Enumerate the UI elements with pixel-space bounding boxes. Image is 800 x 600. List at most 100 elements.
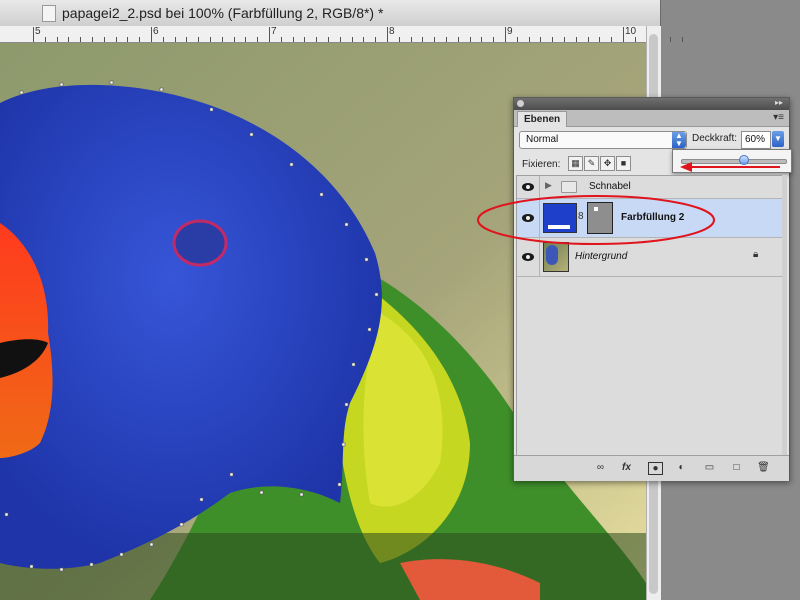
ruler-tick (528, 37, 530, 42)
ruler-tick (139, 37, 141, 42)
ruler-tick (92, 37, 93, 42)
lock-label: Fixieren: (522, 159, 561, 170)
background-thumbnail[interactable] (543, 242, 569, 272)
layer-name: Farbfüllung 2 (621, 212, 685, 223)
ruler-tick (575, 37, 577, 42)
collapse-icon[interactable]: ▸▸ (775, 98, 783, 107)
ruler-number: 9 (507, 26, 513, 37)
ruler-tick (174, 37, 176, 42)
expand-triangle-icon[interactable]: ▶ (545, 180, 552, 191)
document-titlebar[interactable]: papagei2_2.psd bei 100% (Farbfüllung 2, … (0, 0, 660, 27)
ruler-number: 7 (271, 26, 277, 37)
ruler-tick (469, 37, 471, 42)
add-mask-icon[interactable]: ● (648, 462, 663, 475)
opacity-slider-popup (672, 149, 792, 173)
panel-menu-icon[interactable]: ▾≡ (773, 112, 784, 123)
blend-mode-select[interactable]: Normal ▲ ▼ (519, 131, 687, 149)
ruler-tick (44, 37, 46, 42)
ruler-tick (151, 27, 152, 42)
close-icon[interactable] (517, 100, 524, 107)
ruler-number: 8 (389, 26, 395, 37)
ruler-tick (221, 37, 223, 42)
panel-bottom-toolbar: ∞ fx ● ◐ ▭ □ 🗑︎ (514, 455, 789, 481)
ruler-tick (68, 37, 70, 42)
opacity-value: 60% (745, 134, 766, 145)
ruler-number: 6 (153, 26, 159, 37)
horizontal-ruler[interactable]: 5 6 7 8 9 10 (0, 26, 683, 43)
tab-ebenen[interactable]: Ebenen (517, 111, 568, 127)
ruler-number: 5 (35, 26, 41, 37)
ruler-tick (552, 37, 554, 42)
panel-tabbar: Ebenen ▾≡ (514, 110, 789, 127)
ruler-tick (611, 37, 613, 42)
layer-name: Hintergrund (575, 251, 628, 262)
lock-all-icon[interactable]: ■ (616, 156, 631, 171)
layers-scrollbar[interactable] (782, 175, 787, 455)
eye-icon[interactable] (522, 253, 534, 261)
adjustment-layer-icon[interactable]: ◐ (675, 462, 688, 473)
opacity-input[interactable]: 60% (741, 131, 771, 149)
ruler-tick (304, 37, 306, 42)
opacity-slider-track[interactable] (681, 159, 787, 164)
ruler-tick (80, 37, 82, 42)
ruler-tick (186, 37, 188, 42)
lock-transparency-icon[interactable]: ▦ (568, 156, 583, 171)
visibility-toggle[interactable] (517, 176, 540, 198)
ruler-tick (493, 37, 495, 42)
new-group-icon[interactable]: ▭ (703, 462, 716, 473)
ruler-tick (481, 37, 483, 42)
chain-link-icon[interactable]: 8 (578, 211, 584, 222)
layers-panel: ▸▸ Ebenen ▾≡ Normal ▲ ▼ Deckkraft: 60% ▼ … (513, 97, 792, 481)
layer-row-schnabel[interactable]: ▶ Schnabel (517, 176, 783, 199)
ruler-tick (56, 37, 58, 42)
visibility-toggle[interactable] (517, 238, 540, 276)
ruler-tick (257, 37, 259, 42)
eye-icon[interactable] (522, 183, 534, 191)
layers-list: ▶ Schnabel 8 Farbfüllung 2 Hintergrund 🔒… (516, 175, 784, 457)
ruler-tick (587, 37, 589, 42)
ruler-tick (375, 37, 377, 42)
ruler-tick (328, 37, 329, 42)
ruler-tick (127, 37, 129, 42)
ruler-tick (351, 37, 353, 42)
ruler-tick (210, 37, 211, 42)
ruler-tick (280, 37, 282, 42)
blend-mode-value: Normal (526, 134, 559, 145)
ruler-tick (540, 37, 542, 42)
link-layers-icon[interactable]: ∞ (594, 462, 607, 473)
opacity-label: Deckkraft: (692, 133, 738, 144)
ruler-tick (363, 37, 365, 42)
ruler-tick (316, 37, 318, 42)
fill-thumbnail[interactable] (543, 203, 577, 233)
ruler-tick (103, 37, 105, 42)
document-title: papagei2_2.psd bei 100% (Farbfüllung 2, … (62, 5, 384, 21)
fx-icon[interactable]: fx (620, 462, 633, 473)
panel-titlebar[interactable]: ▸▸ (514, 98, 789, 110)
lock-image-icon[interactable]: ✎ (584, 156, 599, 171)
opacity-dropdown-button[interactable]: ▼ (772, 131, 784, 147)
ruler-tick (457, 37, 459, 42)
layer-row-hintergrund[interactable]: Hintergrund 🔒︎ (517, 238, 783, 277)
trash-icon[interactable]: 🗑︎ (757, 462, 770, 473)
ruler-tick (387, 27, 388, 42)
ruler-tick (623, 27, 624, 42)
lock-position-icon[interactable]: ✥ (600, 156, 615, 171)
ruler-tick (398, 37, 400, 42)
ruler-tick (339, 37, 341, 42)
ruler-tick (115, 37, 117, 42)
lock-icon: 🔒︎ (753, 249, 759, 260)
folder-icon (561, 181, 577, 193)
ruler-tick (245, 37, 247, 42)
visibility-toggle[interactable] (517, 199, 540, 237)
fill-adjust-icon (548, 225, 570, 229)
ruler-number: 10 (625, 26, 637, 37)
new-layer-icon[interactable]: □ (730, 462, 743, 473)
eye-icon[interactable] (522, 214, 534, 222)
ruler-tick (162, 37, 164, 42)
ruler-tick (292, 37, 294, 42)
layer-row-farbfuellung-2[interactable]: 8 Farbfüllung 2 (517, 199, 783, 238)
ruler-tick (410, 37, 412, 42)
mask-thumbnail[interactable] (587, 202, 613, 234)
ruler-tick (599, 37, 601, 42)
ruler-tick (505, 27, 506, 42)
